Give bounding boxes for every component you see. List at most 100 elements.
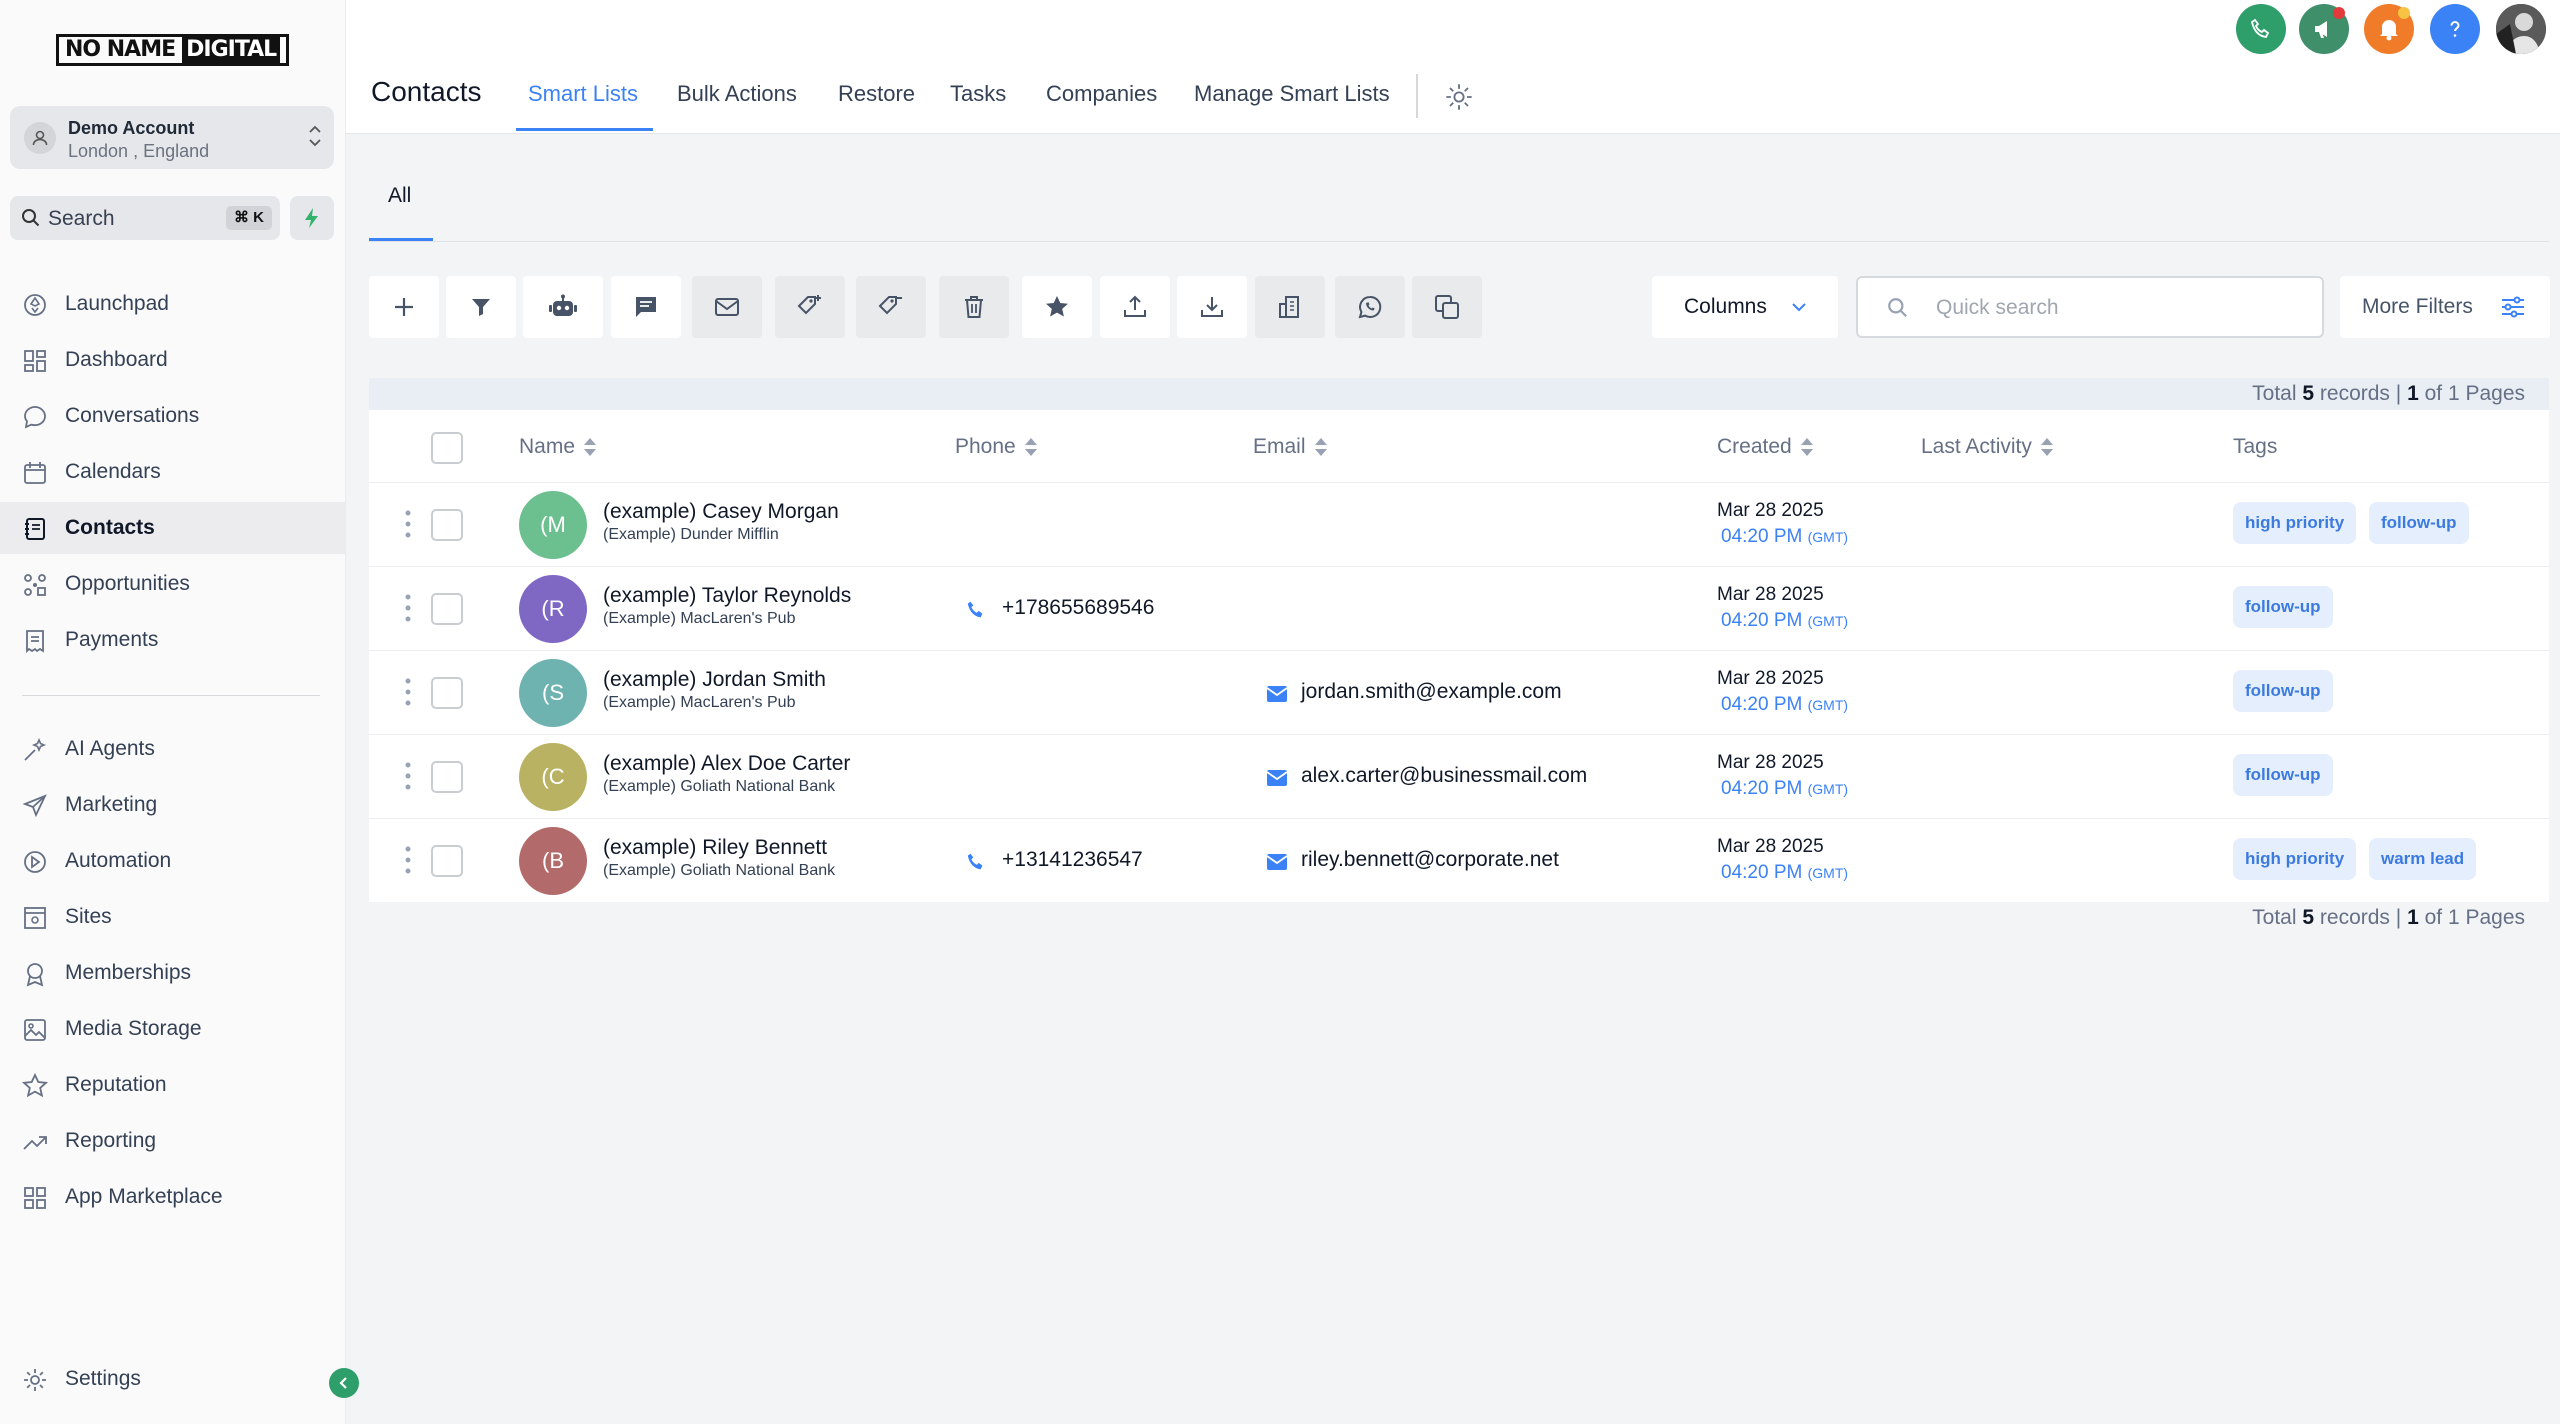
row-checkbox[interactable] bbox=[431, 845, 463, 877]
brand-logo[interactable]: NO NAME DIGITAL bbox=[56, 34, 290, 66]
quick-action-bolt-button[interactable] bbox=[290, 196, 334, 240]
contact-phone[interactable]: +178655689546 bbox=[1002, 596, 1154, 620]
row-menu-icon[interactable] bbox=[405, 509, 411, 539]
phone-call-button[interactable] bbox=[2236, 4, 2286, 54]
add-tag-button[interactable] bbox=[775, 276, 845, 338]
contact-email[interactable]: jordan.smith@example.com bbox=[1301, 680, 1562, 704]
trend-icon bbox=[22, 1129, 48, 1155]
sidebar-item-conversations[interactable]: Conversations bbox=[0, 390, 346, 442]
sidebar-item-launchpad[interactable]: Launchpad bbox=[0, 278, 346, 330]
sidebar-item-sites[interactable]: Sites bbox=[0, 891, 346, 943]
avatar[interactable]: (B bbox=[519, 827, 587, 895]
tab-smart-lists[interactable]: Smart Lists bbox=[528, 81, 638, 107]
message-icon bbox=[636, 297, 656, 317]
row-checkbox[interactable] bbox=[431, 509, 463, 541]
merge-duplicates-button[interactable] bbox=[1412, 276, 1482, 338]
table-row[interactable]: (S (example) Jordan Smith (Example) MacL… bbox=[369, 650, 2549, 734]
add-contact-button[interactable] bbox=[369, 276, 439, 338]
more-filters-button[interactable]: More Filters bbox=[2340, 276, 2550, 338]
row-menu-icon[interactable] bbox=[405, 761, 411, 791]
contact-name[interactable]: (example) Casey Morgan bbox=[603, 500, 839, 524]
tag-badge[interactable]: high priority bbox=[2233, 838, 2357, 880]
smart-list-settings-gear-icon[interactable] bbox=[1444, 82, 1474, 112]
tab-bulk-actions[interactable]: Bulk Actions bbox=[677, 81, 797, 107]
whatsapp-button[interactable] bbox=[1335, 276, 1405, 338]
column-header-created[interactable]: Created bbox=[1717, 435, 1814, 459]
table-row[interactable]: (C (example) Alex Doe Carter (Example) G… bbox=[369, 734, 2549, 818]
column-header-name[interactable]: Name bbox=[519, 435, 597, 459]
column-header-email[interactable]: Email bbox=[1253, 435, 1328, 459]
tab-restore[interactable]: Restore bbox=[838, 81, 915, 107]
avatar[interactable]: (M bbox=[519, 491, 587, 559]
contact-email[interactable]: riley.bennett@corporate.net bbox=[1301, 848, 1559, 872]
contact-name[interactable]: (example) Jordan Smith bbox=[603, 668, 826, 692]
tag-badge[interactable]: follow-up bbox=[2233, 670, 2333, 712]
tab-companies[interactable]: Companies bbox=[1046, 81, 1157, 107]
row-menu-icon[interactable] bbox=[405, 593, 411, 623]
sidebar-item-dashboard[interactable]: Dashboard bbox=[0, 334, 346, 386]
remove-tag-button[interactable] bbox=[856, 276, 926, 338]
contact-company: (Example) MacLaren's Pub bbox=[603, 610, 796, 627]
column-header-last-activity[interactable]: Last Activity bbox=[1921, 435, 2054, 459]
row-checkbox[interactable] bbox=[431, 593, 463, 625]
trash-icon bbox=[965, 296, 983, 318]
contact-name[interactable]: (example) Taylor Reynolds bbox=[603, 584, 851, 608]
send-sms-button[interactable] bbox=[611, 276, 681, 338]
automation-bot-button[interactable] bbox=[523, 276, 603, 338]
tag-badge[interactable]: warm lead bbox=[2369, 838, 2477, 880]
row-menu-icon[interactable] bbox=[405, 845, 411, 875]
sidebar-item-calendars[interactable]: Calendars bbox=[0, 446, 346, 498]
table-row[interactable]: (R (example) Taylor Reynolds (Example) M… bbox=[369, 566, 2549, 650]
add-to-company-button[interactable] bbox=[1255, 276, 1325, 338]
sidebar-item-media-storage[interactable]: Media Storage bbox=[0, 1003, 346, 1055]
sidebar-item-settings[interactable]: Settings bbox=[0, 1353, 346, 1405]
avatar[interactable]: (C bbox=[519, 743, 587, 811]
contact-phone[interactable]: +13141236547 bbox=[1002, 848, 1143, 872]
row-checkbox[interactable] bbox=[431, 677, 463, 709]
tag-badge[interactable]: follow-up bbox=[2369, 502, 2469, 544]
contact-name[interactable]: (example) Alex Doe Carter bbox=[603, 752, 850, 776]
select-all-checkbox[interactable] bbox=[431, 432, 463, 464]
announcements-button[interactable] bbox=[2299, 4, 2349, 54]
sidebar-item-app-marketplace[interactable]: App Marketplace bbox=[0, 1171, 346, 1223]
export-button[interactable] bbox=[1100, 276, 1170, 338]
tab-manage-smart-lists[interactable]: Manage Smart Lists bbox=[1194, 81, 1390, 107]
columns-dropdown[interactable]: Columns bbox=[1652, 276, 1838, 338]
quick-search-input[interactable]: Quick search bbox=[1856, 276, 2324, 338]
row-menu-icon[interactable] bbox=[405, 677, 411, 707]
smart-list-tab-all[interactable]: All bbox=[388, 184, 411, 208]
sidebar-item-opportunities[interactable]: Opportunities bbox=[0, 558, 346, 610]
sidebar-item-reporting[interactable]: Reporting bbox=[0, 1115, 346, 1167]
contact-email[interactable]: alex.carter@businessmail.com bbox=[1301, 764, 1587, 788]
sidebar-item-memberships[interactable]: Memberships bbox=[0, 947, 346, 999]
plus-icon bbox=[395, 298, 413, 316]
sidebar-collapse-button[interactable] bbox=[329, 1368, 359, 1398]
sidebar-item-ai-agents[interactable]: AI Agents bbox=[0, 723, 346, 775]
table-row[interactable]: (B (example) Riley Bennett (Example) Gol… bbox=[369, 818, 2549, 902]
favorite-button[interactable] bbox=[1022, 276, 1092, 338]
account-switcher[interactable]: Demo Account London , England bbox=[10, 106, 334, 169]
tag-badge[interactable]: follow-up bbox=[2233, 754, 2333, 796]
row-checkbox[interactable] bbox=[431, 761, 463, 793]
column-header-phone[interactable]: Phone bbox=[955, 435, 1038, 459]
filter-button[interactable] bbox=[446, 276, 516, 338]
sidebar-search[interactable]: Search ⌘ K bbox=[10, 196, 280, 240]
sidebar-item-reputation[interactable]: Reputation bbox=[0, 1059, 346, 1111]
help-button[interactable] bbox=[2430, 4, 2480, 54]
user-avatar[interactable] bbox=[2496, 4, 2546, 54]
sidebar-item-payments[interactable]: Payments bbox=[0, 614, 346, 666]
sidebar-item-marketing[interactable]: Marketing bbox=[0, 779, 346, 831]
sidebar-item-contacts[interactable]: Contacts bbox=[0, 502, 346, 554]
avatar[interactable]: (S bbox=[519, 659, 587, 727]
table-row[interactable]: (M (example) Casey Morgan (Example) Dund… bbox=[369, 482, 2549, 566]
tab-tasks[interactable]: Tasks bbox=[950, 81, 1006, 107]
import-button[interactable] bbox=[1177, 276, 1247, 338]
delete-button[interactable] bbox=[939, 276, 1009, 338]
tag-badge[interactable]: high priority bbox=[2233, 502, 2357, 544]
send-email-button[interactable] bbox=[692, 276, 762, 338]
notifications-button[interactable] bbox=[2364, 4, 2414, 54]
contact-name[interactable]: (example) Riley Bennett bbox=[603, 836, 827, 860]
avatar[interactable]: (R bbox=[519, 575, 587, 643]
sidebar-item-automation[interactable]: Automation bbox=[0, 835, 346, 887]
tag-badge[interactable]: follow-up bbox=[2233, 586, 2333, 628]
